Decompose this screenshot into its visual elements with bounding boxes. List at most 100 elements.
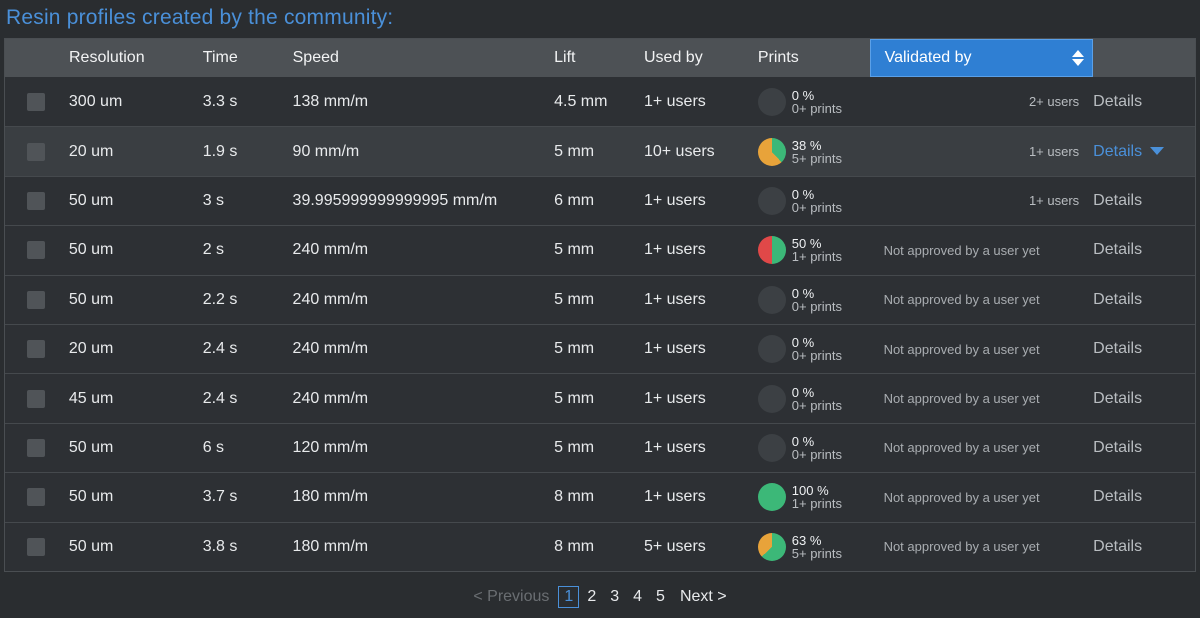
prints-text: 0 % 0+ prints xyxy=(792,336,842,362)
row-checkbox[interactable] xyxy=(26,241,45,260)
cell-lift: 6 mm xyxy=(554,191,595,209)
cell-resolution: 20 um xyxy=(68,142,114,160)
pagination-page[interactable]: 1 xyxy=(558,586,580,608)
table-row[interactable]: 50 um 3.8 s 180 mm/m 8 mm 5+ users 63 % 5+ pri… xyxy=(5,521,1195,571)
cell-time: 2.4 s xyxy=(202,340,238,358)
cell-lift: 5 mm xyxy=(554,340,595,358)
table-row[interactable]: 300 um 3.3 s 138 mm/m 4.5 mm 1+ users 0 % 0+ p… xyxy=(5,77,1195,127)
details-link[interactable]: Details xyxy=(1093,488,1142,506)
cell-resolution: 20 um xyxy=(68,340,114,358)
cell-prints: 0 % 0+ prints xyxy=(744,77,870,126)
details-link[interactable]: Details xyxy=(1093,390,1142,408)
cell-prints: 0 % 0+ prints xyxy=(744,424,870,472)
column-header-validated-by[interactable]: Validated by xyxy=(869,39,1094,77)
table-row[interactable]: 50 um 2.2 s 240 mm/m 5 mm 1+ users 0 % 0+ prin… xyxy=(5,274,1195,324)
prints-count: 0+ prints xyxy=(791,348,842,364)
table-row[interactable]: 20 um 2.4 s 240 mm/m 5 mm 1+ users 0 % 0+ prin… xyxy=(5,323,1195,374)
cell-lift: 5 mm xyxy=(554,290,595,308)
column-header-validated-by-label: Validated by xyxy=(884,49,972,66)
row-checkbox[interactable] xyxy=(26,389,45,408)
cell-time: 1.9 s xyxy=(202,142,238,160)
cell-validated-by: Not approved by a user yet xyxy=(870,473,1094,521)
prints-percent: 0 % xyxy=(791,384,815,400)
cell-lift: 4.5 mm xyxy=(554,92,608,110)
prints-pie-icon xyxy=(757,384,786,413)
table-row[interactable]: 50 um 2 s 240 mm/m 5 mm 1+ users 50 % 1+ print… xyxy=(5,225,1195,275)
cell-used-by: 1+ users xyxy=(643,340,706,358)
details-link[interactable]: Details xyxy=(1093,241,1142,259)
details-link[interactable]: Details xyxy=(1093,340,1142,358)
table-row[interactable]: 50 um 3 s 39.995999999999995 mm/m 6 mm 1+ us… xyxy=(5,175,1195,226)
sort-icon[interactable] xyxy=(1072,50,1085,66)
pagination-previous[interactable]: < Previous xyxy=(473,588,549,606)
details-label: Details xyxy=(1093,191,1143,209)
cell-prints: 0 % 0+ prints xyxy=(744,325,870,373)
details-link[interactable]: Details xyxy=(1093,439,1142,457)
cell-prints: 0 % 0+ prints xyxy=(744,276,870,324)
table-row[interactable]: 50 um 6 s 120 mm/m 5 mm 1+ users 0 % 0+ prints… xyxy=(5,422,1195,473)
validated-by-text: Not approved by a user yet xyxy=(883,391,1040,407)
column-header-resolution[interactable]: Resolution xyxy=(5,39,189,77)
cell-prints: 38 % 5+ prints xyxy=(744,127,870,175)
prints-pie-icon xyxy=(757,532,786,561)
pagination-page[interactable]: 4 xyxy=(627,586,648,608)
row-checkbox[interactable] xyxy=(26,488,45,507)
column-header-time[interactable]: Time xyxy=(189,39,279,77)
cell-details: Details xyxy=(1093,226,1195,274)
details-label: Details xyxy=(1093,92,1143,110)
row-checkbox[interactable] xyxy=(26,142,45,161)
details-label: Details xyxy=(1093,488,1143,506)
details-link[interactable]: Details xyxy=(1093,143,1165,161)
table-row[interactable]: 50 um 3.7 s 180 mm/m 8 mm 1+ users 100 % 1+ pr… xyxy=(5,472,1195,522)
row-checkbox[interactable] xyxy=(26,537,45,556)
column-header-details xyxy=(1093,39,1195,77)
validated-by-text: 2+ users xyxy=(1028,94,1080,110)
details-label: Details xyxy=(1093,389,1143,407)
column-header-lift[interactable]: Lift xyxy=(540,39,630,77)
prints-count: 1+ prints xyxy=(791,496,842,512)
details-link[interactable]: Details xyxy=(1093,192,1142,210)
cell-resolution: 50 um xyxy=(68,537,114,555)
details-link[interactable]: Details xyxy=(1093,291,1142,309)
cell-time: 2.2 s xyxy=(202,290,238,308)
cell-speed: 138 mm/m xyxy=(292,92,369,110)
cell-prints: 50 % 1+ prints xyxy=(744,226,870,274)
prints-count: 5+ prints xyxy=(791,545,842,561)
cell-validated-by: Not approved by a user yet xyxy=(870,226,1094,274)
prints-pie-icon xyxy=(757,335,786,364)
table-row[interactable]: 45 um 2.4 s 240 mm/m 5 mm 1+ users 0 % 0+ prin… xyxy=(5,373,1195,423)
cell-validated-by: Not approved by a user yet xyxy=(870,374,1094,422)
row-checkbox[interactable] xyxy=(26,340,45,359)
cell-speed: 90 mm/m xyxy=(292,142,360,160)
cell-lift: 5 mm xyxy=(554,241,595,259)
row-checkbox[interactable] xyxy=(26,438,45,457)
details-link[interactable]: Details xyxy=(1093,93,1142,111)
pagination-page[interactable]: 2 xyxy=(581,586,602,608)
prints-text: 0 % 0+ prints xyxy=(792,89,842,115)
details-label: Details xyxy=(1093,438,1143,456)
prints-pie-icon xyxy=(757,285,786,314)
column-header-prints[interactable]: Prints xyxy=(744,39,870,77)
details-link[interactable]: Details xyxy=(1093,538,1142,556)
prints-count: 0+ prints xyxy=(791,397,842,413)
cell-lift: 5 mm xyxy=(554,389,595,407)
cell-resolution: 50 um xyxy=(68,290,114,308)
prints-pie-icon xyxy=(757,483,786,512)
pagination-page[interactable]: 5 xyxy=(650,586,671,608)
details-label: Details xyxy=(1093,340,1143,358)
pagination-page[interactable]: 3 xyxy=(604,586,625,608)
prints-text: 0 % 0+ prints xyxy=(792,435,842,461)
column-header-used-by[interactable]: Used by xyxy=(630,39,744,77)
row-checkbox[interactable] xyxy=(26,191,45,210)
cell-used-by: 1+ users xyxy=(643,488,706,506)
row-checkbox[interactable] xyxy=(26,290,45,309)
column-header-speed[interactable]: Speed xyxy=(279,39,541,77)
pagination-next[interactable]: Next > xyxy=(680,588,727,606)
table-row[interactable]: 20 um 1.9 s 90 mm/m 5 mm 10+ users 38 % 5+ pri… xyxy=(5,126,1195,176)
cell-used-by: 1+ users xyxy=(643,92,706,110)
cell-lift: 5 mm xyxy=(554,142,595,160)
prints-pie-icon xyxy=(757,236,786,265)
validated-by-text: Not approved by a user yet xyxy=(883,242,1040,258)
cell-validated-by: 1+ users xyxy=(870,127,1094,175)
row-checkbox[interactable] xyxy=(26,92,45,111)
